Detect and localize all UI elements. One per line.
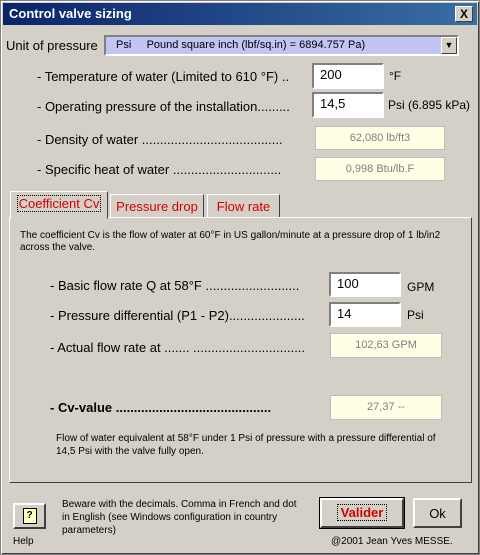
- pressure-diff-input[interactable]: 14: [329, 302, 401, 327]
- tab-pressure-drop[interactable]: Pressure drop: [110, 194, 204, 218]
- cv-value: 27,37 --: [330, 395, 442, 420]
- tab-flow-rate[interactable]: Flow rate: [207, 194, 280, 218]
- specific-heat-value: 0,998 Btu/lb.F: [315, 157, 445, 181]
- close-button[interactable]: X: [455, 6, 473, 22]
- actual-flow-label: - Actual flow rate at ....... ..........…: [50, 340, 306, 355]
- dialog-window: Control valve sizing X Unit of pressure …: [0, 0, 480, 555]
- basic-flow-input[interactable]: 100: [329, 272, 401, 297]
- temperature-input[interactable]: 200: [312, 63, 384, 89]
- window-title: Control valve sizing: [9, 6, 132, 21]
- decimal-warning: Beware with the decimals. Comma in Frenc…: [62, 499, 297, 536]
- density-label: - Density of water .....................…: [37, 132, 283, 147]
- help-button[interactable]: ?: [13, 503, 46, 529]
- temperature-unit: °F: [389, 69, 402, 83]
- cv-description: The coefficient Cv is the flow of water …: [20, 230, 441, 253]
- unit-selected-value: Psi Pound square inch (lbf/sq.in) = 6894…: [116, 39, 366, 51]
- pressure-input[interactable]: 14,5: [312, 92, 384, 118]
- unit-select[interactable]: Psi Pound square inch (lbf/sq.in) = 6894…: [104, 35, 459, 56]
- basic-flow-unit: GPM: [407, 280, 435, 294]
- pressure-diff-unit: Psi: [407, 308, 424, 322]
- help-label: Help: [13, 536, 34, 547]
- tab-coefficient-cv[interactable]: Coefficient Cv: [10, 191, 108, 219]
- pressure-label: - Operating pressure of the installation…: [37, 99, 290, 114]
- cv-value-label: - Cv-value .............................…: [50, 400, 272, 415]
- tab-panel-coefficient-cv: The coefficient Cv is the flow of water …: [9, 217, 472, 483]
- title-bar[interactable]: Control valve sizing X: [3, 3, 477, 25]
- help-icon: ?: [22, 508, 37, 524]
- ok-button[interactable]: Ok: [413, 498, 462, 528]
- actual-flow-value: 102,63 GPM: [330, 333, 442, 358]
- temperature-label: - Temperature of water (Limited to 610 °…: [37, 69, 290, 84]
- pressure-diff-label: - Pressure differential (P1 - P2).......…: [50, 308, 305, 323]
- basic-flow-label: - Basic flow rate Q at 58°F ............…: [50, 278, 300, 293]
- specific-heat-label: - Specific heat of water ...............…: [37, 162, 282, 177]
- chevron-down-icon[interactable]: ▼: [441, 37, 457, 54]
- copyright: @2001 Jean Yves MESSE.: [331, 536, 453, 547]
- unit-label: Unit of pressure: [6, 38, 98, 53]
- validate-label: Valider: [336, 504, 388, 521]
- cv-note: Flow of water equivalent at 58°F under 1…: [56, 433, 436, 457]
- pressure-unit: Psi (6.895 kPa): [388, 98, 471, 112]
- density-value: 62,080 lb/ft3: [315, 126, 445, 150]
- validate-button[interactable]: Valider: [320, 498, 404, 528]
